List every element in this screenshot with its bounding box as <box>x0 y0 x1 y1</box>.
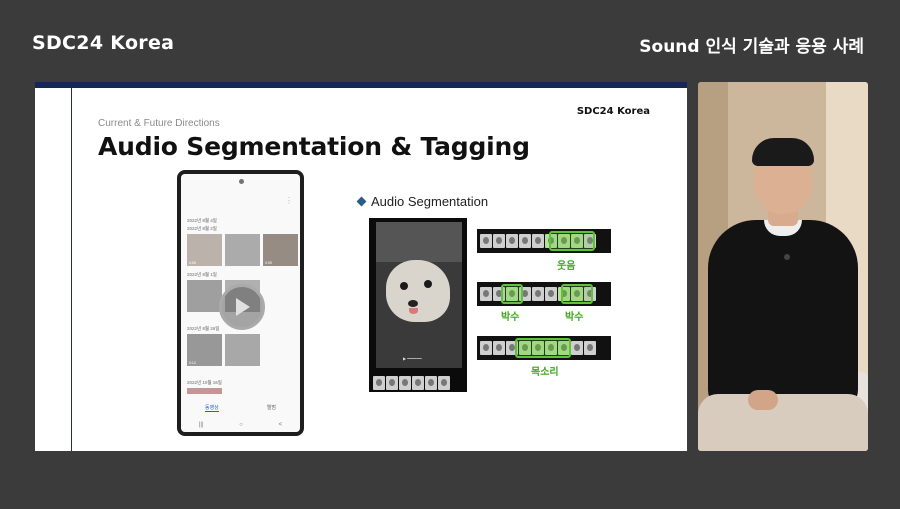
recent-apps-icon[interactable]: ||| <box>199 422 204 428</box>
phone-screen: ⋮ 2022년 8월 4일 2022년 8월 2일 0:08 0:05 2022… <box>181 174 300 432</box>
segment-strip-laughter <box>477 229 611 253</box>
section-heading: Audio Segmentation <box>356 194 489 209</box>
segment-label: 웃음 <box>557 261 576 272</box>
home-icon[interactable]: ○ <box>239 422 243 428</box>
section-heading-label: Audio Segmentation <box>371 194 489 209</box>
segment-highlight <box>515 338 571 358</box>
video-timeline-strip[interactable] <box>373 376 463 390</box>
phone-tab-bar: 동영상 앨범 <box>181 404 300 412</box>
segment-label: 박수 <box>501 312 520 323</box>
segment-highlight <box>501 284 523 304</box>
play-icon <box>236 298 250 316</box>
slide-eyebrow: Current & Future Directions <box>98 118 220 129</box>
video-player: ▶ ━━━━━━ <box>369 218 467 392</box>
segment-strip-voice <box>477 336 611 360</box>
bullet-diamond-icon <box>356 196 367 207</box>
slide-brand-logo: SDC24 Korea <box>576 106 650 117</box>
presenter-body <box>708 220 858 410</box>
back-icon[interactable]: < <box>279 422 283 428</box>
sdc-brand-logo: SDC24 Korea <box>32 32 175 54</box>
phone-mockup: ⋮ 2022년 8월 4일 2022년 8월 2일 0:08 0:05 2022… <box>177 170 304 436</box>
slide-title: Audio Segmentation & Tagging <box>98 132 530 161</box>
segment-label: 목소리 <box>531 367 559 378</box>
presenter-video <box>698 82 868 451</box>
phone-nav-bar: ||| ○ < <box>181 422 300 428</box>
video-controls[interactable]: ▶ ━━━━━━ <box>403 356 422 361</box>
microphone-icon <box>784 254 790 260</box>
session-title: Sound 인식 기술과 응용 사례 <box>639 37 864 57</box>
slide-divider-line <box>71 88 72 451</box>
slide-top-bar <box>35 82 687 88</box>
dog-image <box>386 260 450 322</box>
segment-highlight <box>549 231 595 251</box>
dog-video-frame: ▶ ━━━━━━ <box>376 222 462 368</box>
tab-videos[interactable]: 동영상 <box>204 404 219 412</box>
segment-strip-applause <box>477 282 611 306</box>
presentation-slide: SDC24 Korea Current & Future Directions … <box>35 82 687 451</box>
segment-label: 박수 <box>565 312 584 323</box>
segment-highlight <box>561 284 593 304</box>
tab-albums[interactable]: 앨범 <box>267 404 276 412</box>
